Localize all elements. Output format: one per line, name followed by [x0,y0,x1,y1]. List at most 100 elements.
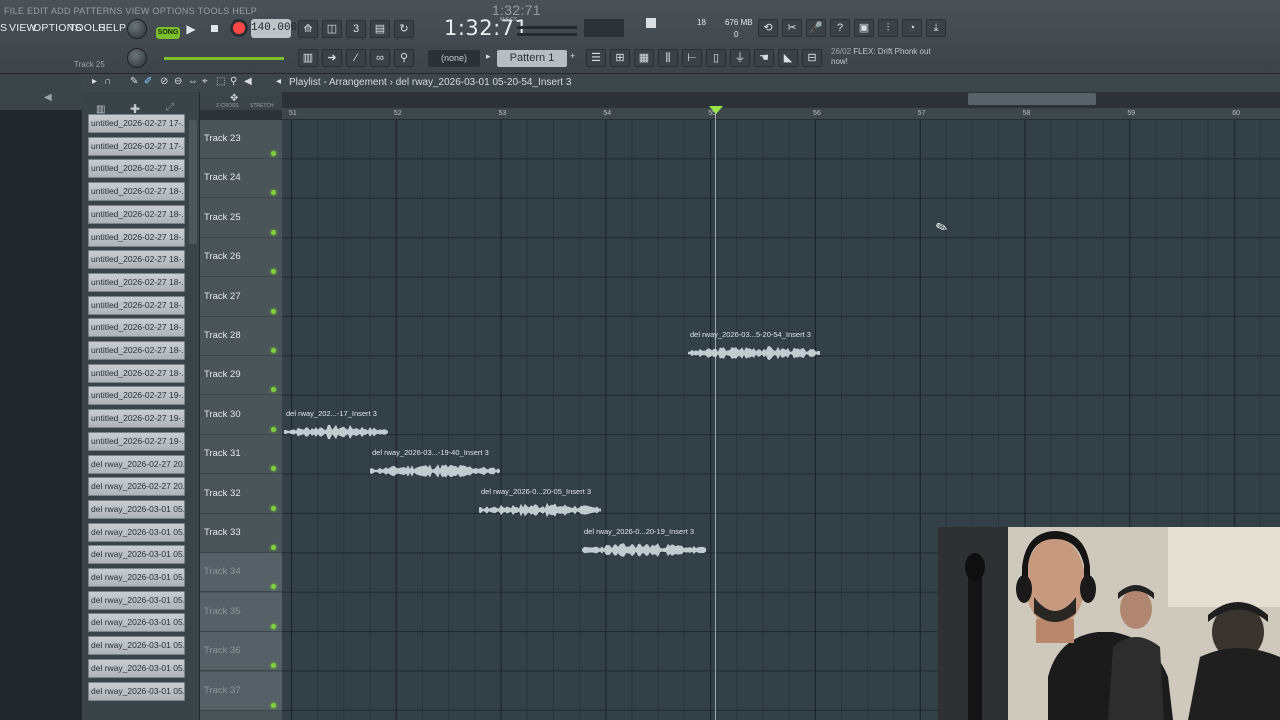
clip-list-item[interactable]: untitled_2026-02-27 18-... [88,272,185,292]
clip-list-item[interactable]: del rway_2026-03-01 05... [88,613,185,633]
clip-list-item[interactable]: untitled_2026-02-27 18-... [88,341,185,360]
clip-list-item[interactable]: del rway_2026-03-01 05... [88,658,185,678]
download-button[interactable]: ⤓ [926,19,946,37]
track-enable-led[interactable] [271,269,276,275]
clip-list-scrollbar[interactable] [189,120,197,244]
pattern-selector[interactable]: Pattern 1 [497,50,567,67]
slip-icon[interactable]: ⇔ [188,76,198,87]
clip-list-item[interactable]: untitled_2026-02-27 18-... [88,159,185,179]
view-playlist-button[interactable]: ☰ [586,49,606,67]
track-header[interactable]: Track 35 [200,592,282,632]
mic-button[interactable]: 🎤 [806,19,826,37]
view-channel-rack-button[interactable]: ⊞ [610,49,630,67]
clip-list-item[interactable]: untitled_2026-02-27 19-... [88,386,185,406]
step-edit-button[interactable]: ▤ [370,20,390,38]
playback-icon[interactable]: ◀ [244,76,252,87]
tempo-display[interactable]: 140.000 [251,19,297,38]
brush-button[interactable]: ⁄ [346,49,366,67]
magnet-icon[interactable]: ∩ [104,76,111,87]
clip-list-item[interactable]: untitled_2026-02-27 18-... [88,182,185,202]
clip-list-item[interactable]: del rway_2026-03-01 05... [88,590,185,610]
song-mode-toggle[interactable]: SONG [156,27,180,39]
mute-icon[interactable]: ⊖ [174,76,182,87]
track-enable-led[interactable] [271,505,276,511]
view-piano-roll-button[interactable]: ▥ [298,49,318,67]
track-enable-led[interactable] [271,663,276,669]
pencil-icon[interactable]: ✎ [130,76,138,87]
track-header[interactable]: Track 31 [200,435,282,475]
wait-input-button[interactable]: ◫ [322,20,342,38]
feedback-button[interactable]: ◣ [778,49,798,67]
view-mixer-button[interactable]: ⫼ [658,49,678,67]
menu-help[interactable]: HELP [98,22,126,34]
clip-list-item[interactable]: del rway_2026-03-01 05... [88,522,185,542]
track-enable-led[interactable] [271,190,276,196]
audio-clip[interactable]: del rway_2026-0...20-05_Insert 3 [479,487,602,526]
clip-list-item[interactable]: untitled_2026-02-27 18-... [88,295,185,315]
view-browser-button[interactable]: ⊢ [682,49,702,67]
clip-list-item[interactable]: del rway_2026-03-01 05... [88,636,185,656]
track-header[interactable]: Track 27 [200,278,282,317]
clip-list-item[interactable]: del rway_2026-03-01 05... [88,545,185,565]
chat-button[interactable]: ◔ [902,19,922,37]
stamp-button[interactable]: ⚲ [394,49,414,67]
clip-list-item[interactable]: untitled_2026-02-27 19-... [88,409,185,429]
track-enable-led[interactable] [271,308,276,314]
help-button[interactable]: ? [830,19,850,37]
track-enable-led[interactable] [271,623,276,629]
clip-list-item[interactable]: del rway_2026-02-27 20... [88,454,185,474]
clip-list-item[interactable]: untitled_2026-02-27 18-... [88,318,185,338]
audio-clip[interactable]: del rway_2026-03...-19-40_Insert 3 [370,448,501,487]
back-arrow-icon[interactable]: ◂ [276,76,281,87]
cut-button[interactable]: ✂ [782,19,802,37]
track-header[interactable]: Track 28 [200,317,282,356]
playhead-line[interactable] [715,108,716,720]
play-button[interactable]: ▶ [182,20,200,38]
track-enable-led[interactable] [271,229,276,235]
next-button[interactable]: ➜ [322,49,342,67]
track-header[interactable]: Track 32 [200,475,282,514]
mixer-button[interactable]: ⫶ [878,19,898,37]
countdown-button[interactable]: 3 [346,20,366,38]
plugin-picker-button[interactable]: ⏚ [730,49,750,67]
playhead-marker-icon[interactable] [709,106,723,114]
track-enable-led[interactable] [271,348,276,353]
track-header[interactable]: Track 30 [200,396,282,435]
record-button[interactable] [230,19,248,37]
paint-icon[interactable]: ✐ [144,76,152,87]
undo-history-button[interactable]: ⟲ [758,19,778,37]
shop-button[interactable]: ⊟ [802,49,822,67]
view-piano-button[interactable]: ▦ [634,49,654,67]
loop-record-button[interactable]: ↻ [394,20,414,38]
track-header[interactable]: Track 36 [200,632,282,672]
audio-clip[interactable]: del rway_2026-0...20-19_Insert 3 [582,527,706,566]
track-enable-led[interactable] [271,426,276,432]
master-pitch-knob[interactable] [127,48,147,68]
menu-file-partial[interactable]: S [0,22,7,34]
clip-list-item[interactable]: del rway_2026-02-27 20... [88,477,185,497]
audio-clip[interactable]: del rway_2026-03...5-20-54_Insert 3 [688,330,821,369]
track-header[interactable]: Track 37 [200,671,282,711]
delete-icon[interactable]: ⊘ [160,76,168,87]
track-header[interactable]: Track 24 [200,159,282,199]
clip-list-item[interactable]: del rway_2026-03-01 05... [88,499,185,519]
clip-list-item[interactable]: untitled_2026-02-27 17-... [88,114,185,133]
news-panel[interactable]: 26/02 FLEX: Drift Phonk out now! [831,47,943,67]
expand-icon[interactable]: ⤢ [166,102,174,113]
select-icon[interactable]: ⬚ [216,76,225,87]
zoom-icon[interactable]: ⚲ [230,76,237,87]
track-enable-led[interactable] [271,584,276,590]
audio-clip[interactable]: del rway_202...-17_Insert 3 [284,409,388,448]
link-button[interactable]: ∞ [370,49,390,67]
track-enable-led[interactable] [271,702,276,708]
track-header[interactable]: Track 29 [200,356,282,396]
pattern-none-select[interactable]: (none) [428,50,480,67]
clip-list-item[interactable]: untitled_2026-02-27 18-... [88,363,185,383]
clip-list-item[interactable]: del rway_2026-03-01 05... [88,568,185,587]
track-enable-led[interactable] [271,387,276,393]
save-button[interactable]: ▣ [854,19,874,37]
master-volume-slider[interactable] [164,57,284,60]
slice-icon[interactable]: ⌖ [202,76,208,87]
clip-list-item[interactable]: untitled_2026-02-27 19-... [88,431,185,451]
metronome-button[interactable]: ⟰ [298,20,318,38]
